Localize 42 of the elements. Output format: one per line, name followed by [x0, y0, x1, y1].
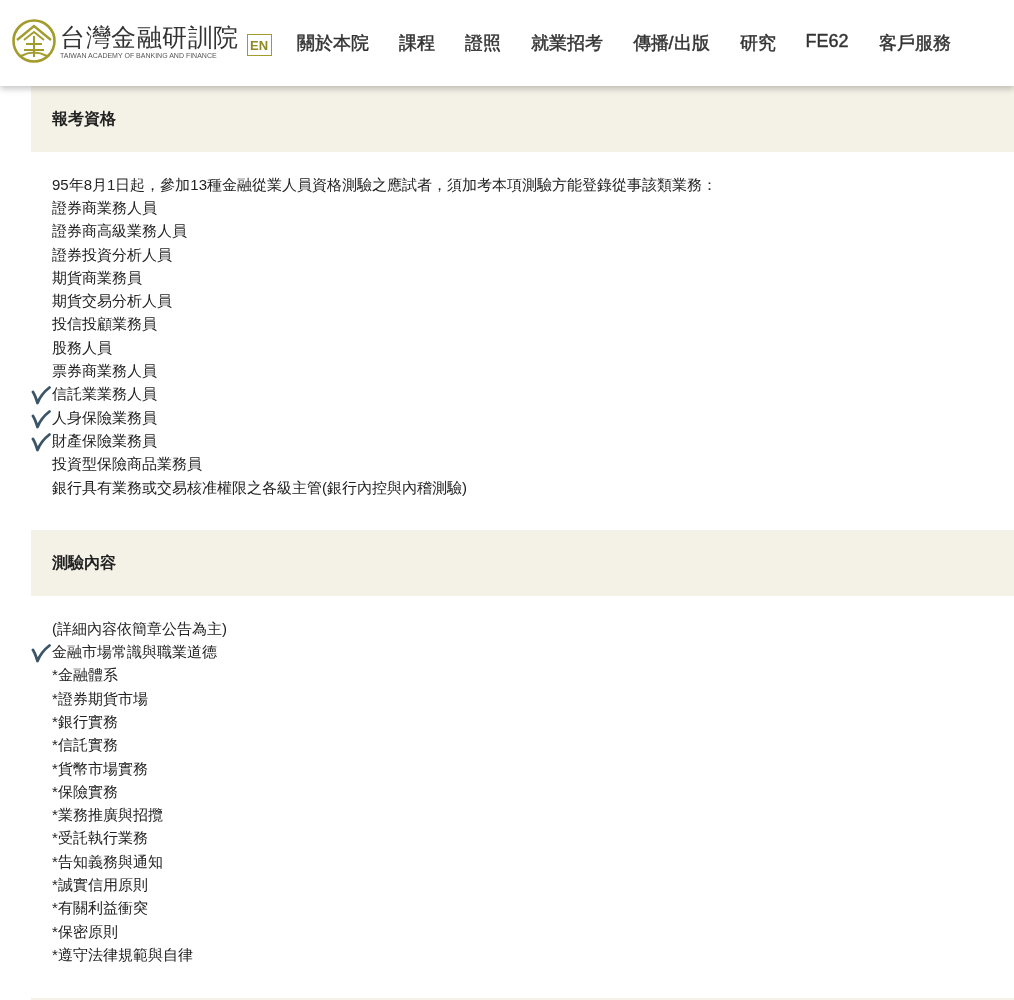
section-header: 測驗內容 — [31, 530, 1014, 597]
list-item-text: *信託實務 — [52, 735, 118, 756]
note-text: (詳細內容依簡章公告為主) — [52, 618, 227, 639]
logo-icon — [12, 19, 56, 63]
nav-link[interactable]: 傳播/出版 — [632, 31, 710, 55]
nav-link[interactable]: 研究 — [739, 31, 776, 55]
language-button[interactable]: EN — [246, 34, 272, 56]
list-item-text: 票券商業務人員 — [52, 361, 157, 381]
list-item-text: *遵守法律規範與自律 — [52, 944, 193, 965]
nav-link[interactable]: 客戶服務 — [878, 31, 951, 55]
list-item-text: 股務人員 — [52, 337, 112, 358]
list-item-text: 銀行具有業務或交易核准權限之各級主管(銀行內控與內稽測驗) — [52, 477, 467, 498]
list-item-text: 投資型保險商品業務員 — [52, 454, 202, 475]
list-item-text: 期貨交易分析人員 — [52, 291, 172, 312]
list-item-text: *保險實務 — [52, 781, 118, 802]
site-title: 台灣金融研訓院 — [60, 22, 239, 51]
list-item-text: 證券商高級業務人員 — [52, 221, 187, 242]
list-item-text: 財產保險業務員 — [52, 430, 157, 451]
list-item-text: 金融市場常識與職業道德 — [52, 642, 217, 663]
list-item-text: *業務推廣與招攬 — [52, 805, 163, 826]
list-item-text: *受託執行業務 — [52, 828, 148, 849]
list-item-text: 證券投資分析人員 — [52, 244, 172, 265]
list-item-text: *有關利益衝突 — [52, 898, 148, 919]
list-item-text: 證券商業務人員 — [52, 197, 157, 218]
nav-link[interactable]: 關於本院 — [296, 31, 369, 55]
nav-link[interactable]: FE62 — [805, 31, 849, 55]
list-item-text: 期貨商業務員 — [52, 267, 142, 288]
section-header: 報考資格 — [31, 86, 1014, 152]
list-item-text: *銀行實務 — [52, 712, 118, 732]
list-item-text: *誠實信用原則 — [52, 875, 148, 896]
list-item-text: *證券期貨市場 — [52, 688, 148, 709]
list-item-text: 信託業業務人員 — [52, 384, 157, 405]
list-item-text: *貨幣市場實務 — [52, 758, 148, 779]
list-item-text: *告知義務與通知 — [52, 851, 163, 872]
nav-link[interactable]: 就業招考 — [530, 31, 603, 55]
list-item-text: *保密原則 — [52, 921, 118, 942]
nav-link[interactable]: 證照 — [464, 31, 501, 55]
nav-link[interactable]: 課程 — [398, 31, 435, 55]
list-item-text: *金融體系 — [52, 665, 118, 686]
list-item-text: 人身保險業務員 — [52, 407, 157, 428]
intro-text: 95年8月1日起，參加13種金融從業人員資格測驗之應試者，須加考本項測驗方能登錄從事該類業務： — [52, 174, 718, 195]
list-item-text: 投信投顧業務員 — [52, 314, 157, 335]
